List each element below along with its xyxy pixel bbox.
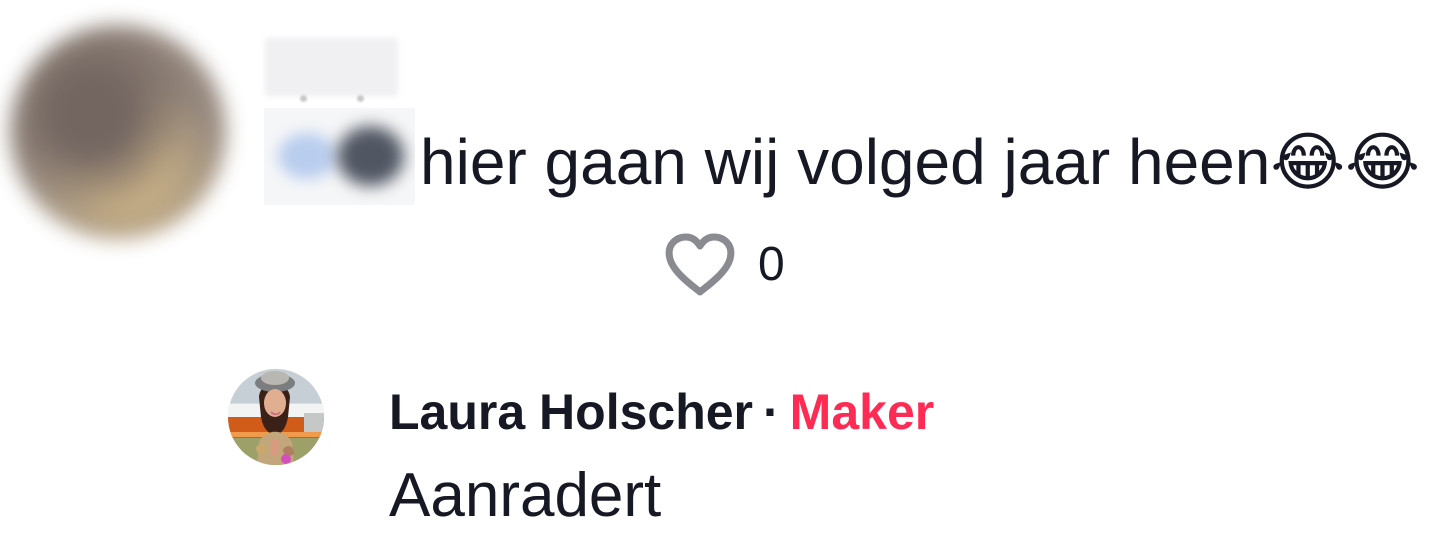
mention-blob (337, 126, 404, 186)
blur-dots (300, 95, 364, 102)
reply-author-avatar[interactable] (228, 369, 324, 465)
like-count: 0 (758, 238, 785, 291)
reply-header: Laura Holscher · Maker (389, 382, 934, 442)
blur-dot-right (357, 95, 364, 102)
reply-text: Aanradert (389, 461, 662, 530)
reply-separator: · (763, 384, 780, 440)
reply-author-name[interactable]: Laura Holscher (389, 384, 753, 440)
mention-blurred (264, 108, 415, 205)
commenter-avatar[interactable] (10, 25, 226, 239)
commenter-username-blurred (265, 38, 398, 96)
comment-text: hier gaan wij volged jaar heen😂😂 (420, 126, 1420, 198)
heart-icon[interactable] (664, 232, 736, 298)
blur-dot-left (300, 95, 307, 102)
mention-blob (278, 133, 336, 179)
avatar-image (228, 369, 324, 465)
creator-badge: Maker (789, 384, 935, 440)
